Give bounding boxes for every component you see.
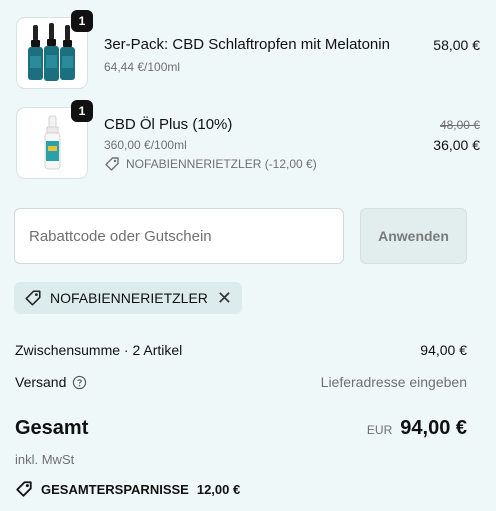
currency-code: EUR [366,423,393,437]
item-original-price: 48,00 € [439,118,480,132]
shipping-row: Versand Lieferadresse eingeben [15,374,467,390]
applied-discount-code: NOFABIENNERIETZLER [50,290,208,306]
quantity-badge: 1 [71,10,93,32]
apply-button[interactable]: Anwenden [360,208,467,264]
help-circle-icon[interactable] [72,375,87,390]
line-item: 1 CBD Öl Plus (10%) 360,00 €/100ml NOFAB… [16,100,480,179]
subtotal-row: Zwischensumme · 2 Artikel 94,00 € [15,342,467,358]
item-name: CBD Öl Plus (10%) [104,116,233,133]
tax-note: inkl. MwSt [15,452,75,467]
item-discount: NOFABIENNERIETZLER (-12,00 €) [104,156,317,172]
line-item: 1 3er-Pack: CBD Schlaftropfen mit Melato… [16,10,480,89]
subtotal-value: 94,00 € [420,342,467,358]
savings-label: GESAMTERSPARNISSE [41,481,189,497]
item-discount-label: NOFABIENNERIETZLER (-12,00 €) [126,157,317,171]
savings-value: 12,00 € [196,481,241,497]
tag-icon [105,157,119,171]
remove-icon[interactable]: ✕ [217,289,232,307]
total-amount-group: EUR 94,00 € [367,417,467,440]
item-price: 58,00 € [433,37,480,53]
applied-discount-chip: NOFABIENNERIETZLER ✕ [14,282,242,314]
total-savings: GESAMTERSPARNISSE 12,00 € [15,480,240,498]
quantity-badge: 1 [71,100,93,122]
total-label: Gesamt [15,417,89,439]
item-price: 36,00 € [433,137,480,153]
total-row: Gesamt EUR 94,00 € [15,417,467,440]
shipping-label: Versand [15,374,67,390]
discount-code-input[interactable] [14,208,344,264]
item-unit-price: 64,44 €/100ml [104,60,181,74]
item-unit-price: 360,00 €/100ml [104,138,187,152]
subtotal-label: Zwischensumme · 2 Artikel [15,342,183,358]
item-name: 3er-Pack: CBD Schlaftropfen mit Melatoni… [104,36,390,53]
shipping-label-group: Versand [15,374,87,390]
tag-icon [16,481,32,497]
shipping-value: Lieferadresse eingeben [320,374,467,390]
order-summary: 1 3er-Pack: CBD Schlaftropfen mit Melato… [0,0,496,511]
total-value: 94,00 € [400,417,467,439]
tag-icon [25,290,41,306]
